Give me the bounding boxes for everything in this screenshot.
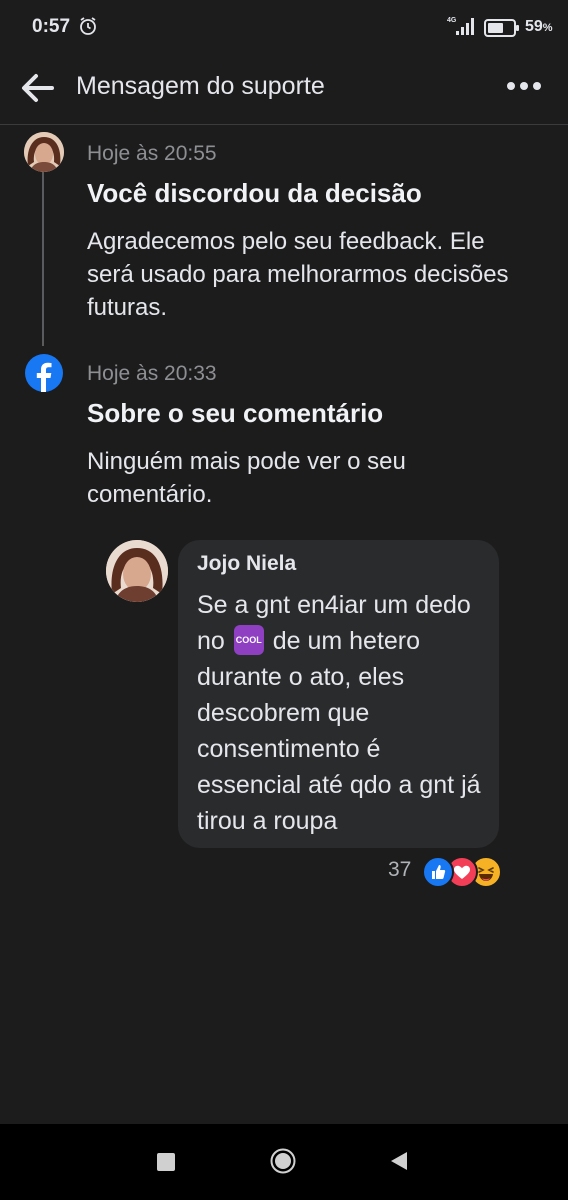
system-back-button[interactable] (388, 1150, 410, 1172)
avatar (24, 132, 64, 172)
reaction-count[interactable]: 37 (388, 858, 411, 882)
home-circle-icon (270, 1148, 296, 1174)
message-body: Ninguém mais pode ver o seu comentário. (87, 448, 406, 508)
timeline-line (42, 170, 44, 346)
more-options-button[interactable] (500, 66, 548, 106)
system-nav-bar (0, 1124, 568, 1200)
more-horizontal-icon (507, 82, 541, 90)
comment-author-avatar[interactable] (106, 540, 168, 602)
reactions-summary[interactable] (422, 856, 502, 888)
comment-author-name[interactable]: Jojo Niela (197, 552, 296, 576)
battery-percent: 59% (525, 18, 553, 35)
status-time: 0:57 (32, 16, 71, 37)
cool-emoji-icon: COOL (233, 625, 264, 656)
back-button[interactable] (16, 66, 60, 110)
alarm-icon (78, 16, 98, 41)
app-header: Mensagem do suporte (0, 56, 568, 125)
facebook-logo-icon (25, 354, 63, 392)
message-timestamp: Hoje às 20:33 (87, 362, 217, 385)
network-type-label: 4G (447, 17, 457, 24)
page-title: Mensagem do suporte (76, 72, 325, 100)
message-timestamp: Hoje às 20:55 (87, 142, 217, 165)
message-body: Agradecemos pelo seu feedback. Ele será … (87, 228, 509, 321)
arrow-left-icon (22, 74, 54, 102)
message-title: Você discordou da decisão (87, 178, 422, 208)
signal-icon: 4G (446, 15, 476, 42)
triangle-back-icon (391, 1152, 407, 1170)
message-title: Sobre o seu comentário (87, 398, 384, 428)
battery-icon (484, 19, 520, 42)
status-bar: 0:57 4G 59% (0, 0, 568, 56)
like-reaction-icon (422, 856, 454, 888)
screen: 0:57 4G 59% Mensagem do suporte Hoje às … (0, 0, 568, 1200)
home-button[interactable] (270, 1148, 296, 1174)
comment-text: Se a gnt en4iar um dedo no COOL de um he… (197, 591, 481, 835)
recent-apps-button[interactable] (157, 1153, 175, 1171)
